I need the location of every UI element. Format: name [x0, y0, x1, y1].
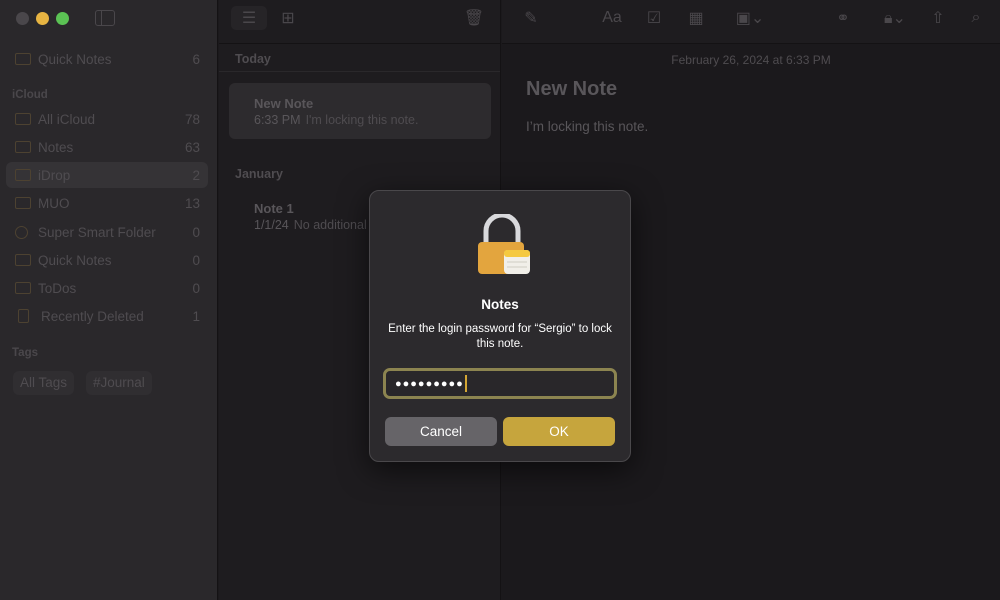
- gallery-view-icon[interactable]: ⊞: [277, 6, 299, 30]
- tags-section-title: Tags: [12, 347, 38, 359]
- note-item[interactable]: New Note 6:33 PM I'm locking this note.: [229, 83, 491, 139]
- folder-icon: [15, 141, 31, 153]
- compose-icon[interactable]: ✎: [520, 6, 542, 30]
- folder-icon: [15, 169, 31, 181]
- note-title[interactable]: New Note: [526, 78, 617, 101]
- text-caret: [464, 375, 467, 392]
- lock-icon[interactable]: 🔒︎⌄: [878, 6, 912, 30]
- sidebar-item-all-icloud[interactable]: All iCloud 78: [6, 106, 208, 132]
- lock-notes-icon: [478, 214, 530, 274]
- sidebar: Quick Notes 6 iCloud All iCloud 78 Notes 6…: [0, 0, 218, 600]
- dialog-message: Enter the login password for “Sergio” to…: [388, 323, 612, 350]
- media-icon[interactable]: ▣⌄: [730, 6, 770, 30]
- list-view-icon[interactable]: ☰: [231, 6, 267, 30]
- sidebar-item-recently-deleted[interactable]: Recently Deleted 1: [6, 303, 208, 329]
- close-button[interactable]: [16, 12, 29, 25]
- folder-icon: [15, 282, 31, 294]
- folder-icon: [15, 197, 31, 209]
- trash-icon: [18, 309, 29, 323]
- note-date: February 26, 2024 at 6:33 PM: [671, 53, 831, 67]
- trash-icon[interactable]: 🗑: [463, 6, 485, 30]
- section-title-january: January: [235, 167, 283, 181]
- tag-all-tags[interactable]: All Tags: [13, 371, 75, 395]
- lock-note-dialog: Notes Enter the login password for “Serg…: [369, 190, 631, 462]
- ok-button[interactable]: OK: [503, 417, 615, 446]
- sidebar-item-idrop[interactable]: iDrop 2: [6, 162, 208, 188]
- sidebar-item-quick-notes[interactable]: Quick Notes 0: [6, 247, 208, 273]
- folder-icon: [15, 254, 31, 266]
- share-icon[interactable]: ⇧: [928, 6, 948, 30]
- sidebar-item-notes[interactable]: Notes 63: [6, 134, 208, 160]
- format-button[interactable]: Aa: [599, 6, 625, 30]
- sidebar-item-super-smart-folder[interactable]: Super Smart Folder 0: [6, 219, 208, 245]
- minimize-button[interactable]: [36, 12, 49, 25]
- sidebar-item-todos[interactable]: ToDos 0: [6, 275, 208, 301]
- gear-icon: [15, 225, 28, 239]
- search-icon[interactable]: ⌕: [966, 6, 986, 30]
- sidebar-toggle-icon[interactable]: [95, 10, 115, 26]
- collaborate-icon[interactable]: ⚭: [832, 6, 854, 30]
- editor-toolbar: ✎ Aa ☑ ▦ ▣⌄ ⚭ 🔒︎⌄ ⇧ ⌕: [502, 0, 1000, 44]
- tag-journal[interactable]: #Journal: [86, 371, 152, 395]
- section-title-today: Today: [235, 52, 271, 66]
- dialog-title: Notes: [481, 297, 519, 312]
- zoom-button[interactable]: [56, 12, 69, 25]
- divider: [219, 71, 500, 72]
- note-body[interactable]: I’m locking this note.: [526, 119, 648, 134]
- sidebar-item-muo[interactable]: MUO 13: [6, 190, 208, 216]
- password-field[interactable]: ●●●●●●●●●: [383, 368, 617, 399]
- table-icon[interactable]: ▦: [684, 6, 708, 30]
- quick-notes-icon: [15, 53, 31, 65]
- checklist-icon[interactable]: ☑: [642, 6, 666, 30]
- list-toolbar: ☰ ⊞ 🗑: [219, 0, 501, 44]
- window-controls: [16, 12, 69, 25]
- folder-icon: [15, 113, 31, 125]
- sidebar-item-pinned-quick-notes[interactable]: Quick Notes 6: [6, 46, 208, 72]
- icloud-section-title: iCloud: [12, 89, 48, 101]
- cancel-button[interactable]: Cancel: [385, 417, 497, 446]
